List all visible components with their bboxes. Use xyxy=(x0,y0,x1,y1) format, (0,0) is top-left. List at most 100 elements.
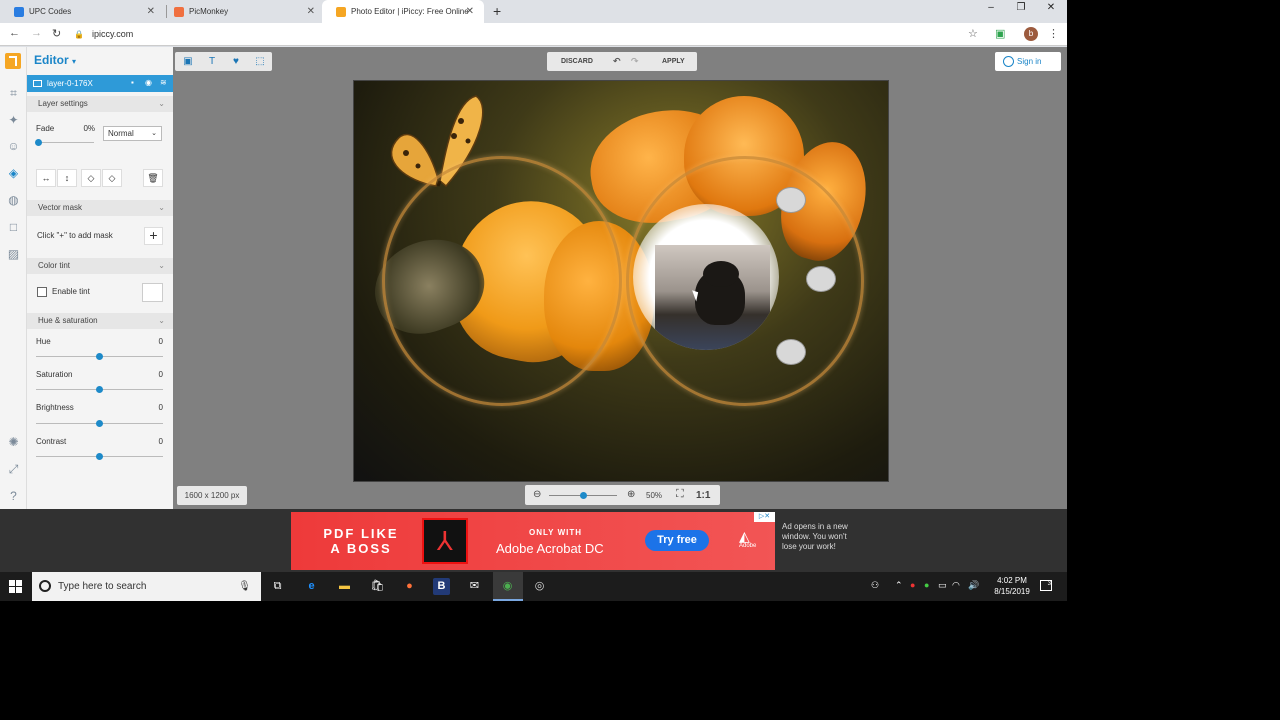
battery-icon[interactable]: ▭ xyxy=(938,580,947,591)
layer-row[interactable]: layer-0-176X ▪ ◉ ≋ xyxy=(27,75,173,92)
firefox-icon[interactable]: ● xyxy=(401,578,418,595)
file-explorer-icon[interactable]: ▬ xyxy=(336,578,353,595)
add-text-icon[interactable]: T xyxy=(204,54,220,69)
visibility-eye-icon[interactable]: ◉ xyxy=(145,78,152,87)
zoom-out-icon[interactable]: ⊖ xyxy=(533,489,541,500)
frame-icon[interactable]: □ xyxy=(6,220,21,235)
fit-screen-icon[interactable]: ⤢ xyxy=(6,462,21,477)
layers-icon[interactable]: ◈ xyxy=(6,166,21,181)
new-tab-button[interactable]: + xyxy=(493,3,501,19)
fade-slider-knob[interactable] xyxy=(34,139,42,146)
windows-start-icon[interactable] xyxy=(9,580,22,593)
layer-down-button[interactable]: ◇ xyxy=(102,169,122,187)
try-free-button[interactable]: Try free xyxy=(645,530,709,551)
contrast-slider-knob[interactable] xyxy=(96,453,103,460)
wifi-icon[interactable]: ◠ xyxy=(952,580,960,591)
tab-upc-codes[interactable]: UPC Codes ✕ xyxy=(0,0,165,23)
undo-icon[interactable]: ↶ xyxy=(613,56,621,67)
reload-icon[interactable]: ↻ xyxy=(52,27,61,40)
flip-horizontal-button[interactable]: ↔ xyxy=(36,169,56,187)
bookmark-star-icon[interactable]: ☆ xyxy=(968,27,978,40)
close-window-button[interactable]: ✕ xyxy=(1036,2,1066,13)
tab-photo-editor[interactable]: Photo Editor | iPiccy: Free Online ✕ xyxy=(322,0,484,23)
ad-close-icon[interactable]: ▷✕ xyxy=(754,512,775,522)
fullscreen-icon[interactable]: ⛶ xyxy=(676,488,684,501)
close-tab-icon[interactable]: ✕ xyxy=(147,6,155,17)
add-image-icon[interactable]: ▣ xyxy=(180,54,196,69)
enable-tint-checkbox[interactable] xyxy=(37,287,47,297)
people-icon[interactable]: ⚇ xyxy=(871,580,879,591)
sign-in-button[interactable]: Sign in xyxy=(995,52,1061,71)
redo-icon[interactable]: ↷ xyxy=(631,56,639,67)
task-view-icon[interactable]: ⧉ xyxy=(269,578,286,595)
back-arrow-icon[interactable]: ← xyxy=(9,27,20,39)
brightness-slider[interactable] xyxy=(36,420,163,427)
address-bar[interactable]: 🔒 ipiccy.com xyxy=(74,25,994,43)
apply-button[interactable]: APPLY xyxy=(662,58,685,65)
tab-picmonkey[interactable]: PicMonkey ✕ xyxy=(160,0,325,23)
texture-icon[interactable]: ▨ xyxy=(6,247,21,262)
menu-kebab-icon[interactable]: ⋮ xyxy=(1048,27,1059,40)
delete-layer-button[interactable]: 🗑 xyxy=(143,169,163,187)
layer-stack-icon[interactable]: ≋ xyxy=(160,78,167,87)
notifications-icon[interactable]: 3 xyxy=(1040,580,1052,591)
photo-canvas[interactable] xyxy=(353,80,889,482)
flip-vertical-button[interactable]: ↕ xyxy=(57,169,77,187)
close-tab-icon[interactable]: ✕ xyxy=(466,6,474,17)
profile-avatar[interactable]: b xyxy=(1024,27,1038,41)
tray-app-icon[interactable]: ● xyxy=(910,580,915,590)
app-circle-icon[interactable]: ◎ xyxy=(531,578,548,595)
palette-icon[interactable]: ◍ xyxy=(6,193,21,208)
maximize-button[interactable]: ❐ xyxy=(1006,2,1036,13)
color-tint-header[interactable]: Color tint ⌄ xyxy=(27,258,173,274)
retouch-face-icon[interactable]: ☺ xyxy=(6,139,21,154)
saturation-slider[interactable] xyxy=(36,386,163,393)
layer-up-button[interactable]: ◇ xyxy=(81,169,101,187)
minimize-button[interactable]: – xyxy=(976,2,1006,13)
volume-icon[interactable]: 🔊 xyxy=(968,580,979,591)
browser-toolbar: ← → ↻ 🔒 ipiccy.com ☆ ▣ b ⋮ xyxy=(0,23,1067,46)
cat-photo-layer[interactable] xyxy=(633,204,779,350)
taskbar-search[interactable]: Type here to search 🎙 xyxy=(32,572,261,601)
chevron-up-icon[interactable]: ⌃ xyxy=(895,580,903,591)
microphone-icon[interactable]: 🎙 xyxy=(238,572,251,601)
ipiccy-logo-icon[interactable] xyxy=(5,53,21,69)
zoom-in-icon[interactable]: ⊕ xyxy=(627,489,635,500)
brightness-slider-knob[interactable] xyxy=(96,420,103,427)
hue-slider[interactable] xyxy=(36,353,163,360)
contrast-slider[interactable] xyxy=(36,453,163,460)
hue-slider-knob[interactable] xyxy=(96,353,103,360)
close-tab-icon[interactable]: ✕ xyxy=(307,6,315,17)
blend-mode-select[interactable]: Normal ⌄ xyxy=(103,126,162,141)
fade-slider[interactable] xyxy=(34,139,94,146)
b-app-icon[interactable]: B xyxy=(433,578,450,595)
system-clock[interactable]: 4:02 PM 8/15/2019 xyxy=(988,575,1036,597)
layer-settings-header[interactable]: Layer settings ⌄ xyxy=(27,96,173,112)
transform-icon[interactable]: ⬚ xyxy=(252,54,268,69)
lock-icon[interactable]: ▪ xyxy=(131,78,134,87)
adobe-ad[interactable]: PDF LIKE A BOSS ⅄ ONLY WITH Adobe Acroba… xyxy=(291,512,775,570)
edge-icon[interactable]: e xyxy=(303,578,320,595)
discard-button[interactable]: DISCARD xyxy=(561,58,593,65)
tint-color-swatch[interactable] xyxy=(142,283,163,302)
lightbulb-icon[interactable]: ✺ xyxy=(6,435,21,450)
hue-saturation-header[interactable]: Hue & saturation ⌄ xyxy=(27,313,173,329)
editor-menu[interactable]: Editor ▾ xyxy=(34,53,76,67)
add-mask-button[interactable]: + xyxy=(144,227,163,245)
chrome-taskbar-button[interactable]: ◉ xyxy=(493,572,523,601)
app-area: ⌗ ✦ ☺ ◈ ◍ □ ▨ ✺ ⤢ ? Editor ▾ layer-0-176… xyxy=(0,47,1067,509)
forward-arrow-icon[interactable]: → xyxy=(31,27,42,39)
magic-wand-icon[interactable]: ✦ xyxy=(6,113,21,128)
actual-size-button[interactable]: 1:1 xyxy=(696,490,710,501)
tray-app-icon[interactable]: ● xyxy=(924,580,929,590)
zoom-slider-knob[interactable] xyxy=(579,492,587,499)
vector-mask-header[interactable]: Vector mask ⌄ xyxy=(27,200,173,216)
saturation-slider-knob[interactable] xyxy=(96,386,103,393)
extension-icon[interactable]: ▣ xyxy=(995,27,1005,40)
store-icon[interactable]: 🛍 xyxy=(369,578,386,595)
crop-icon[interactable]: ⌗ xyxy=(6,86,21,101)
zoom-slider[interactable] xyxy=(549,492,617,499)
add-sticker-icon[interactable]: ♥ xyxy=(228,54,244,69)
help-icon[interactable]: ? xyxy=(6,489,21,504)
mail-icon[interactable]: ✉ xyxy=(466,578,483,595)
